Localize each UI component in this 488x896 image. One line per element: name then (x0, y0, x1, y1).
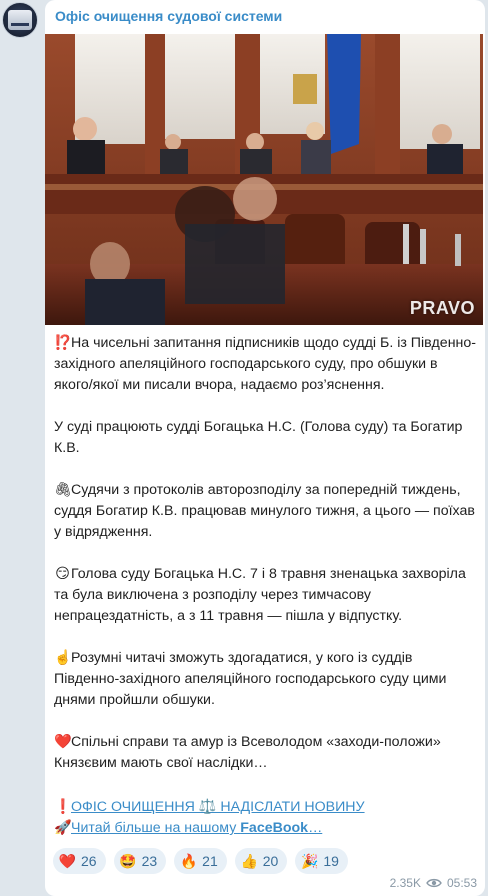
reaction-heart[interactable]: ❤️ 26 (53, 848, 106, 874)
message-meta: 2.35K 05:53 (390, 876, 477, 890)
reaction-fire[interactable]: 🔥 21 (174, 848, 227, 874)
heart-icon: ❤️ (54, 734, 72, 750)
paragraph-4: 😏Голова суду Богацька Н.С. 7 і 8 травня … (54, 566, 466, 624)
paragraph-2: У суді працюють судді Богацька Н.С. (Гол… (54, 419, 463, 456)
message-photo[interactable]: PRAVO (45, 34, 483, 325)
exclamation-icon: ❗️ (54, 799, 72, 815)
facebook-link[interactable]: Читай більше на нашому FaceBook… (71, 820, 322, 836)
reaction-count: 19 (323, 853, 339, 869)
paragraph-1: ⁉️На чисельні запитання підписників щодо… (54, 335, 476, 393)
reaction-star-struck[interactable]: 🤩 23 (113, 848, 167, 874)
reaction-count: 21 (202, 853, 218, 869)
channel-avatar[interactable] (2, 2, 38, 38)
submit-news-link[interactable]: ОФІС ОЧИЩЕННЯ ⚖️ НАДІСЛАТИ НОВИНУ (71, 799, 365, 815)
reactions-bar: ❤️ 26 🤩 23 🔥 21 👍 20 🎉 19 (53, 848, 348, 874)
paragraph-6: ❤️Спільні справи та амур із Всеволодом «… (54, 734, 441, 771)
reaction-count: 23 (141, 853, 158, 869)
message-time: 05:53 (446, 876, 477, 890)
star-struck-icon: 🤩 (119, 852, 137, 869)
reaction-thumbs-up[interactable]: 👍 20 (234, 848, 288, 874)
emblem-icon (8, 10, 32, 30)
paragraph-3: 🖇Судячи з протоколів авторозподілу за по… (54, 482, 475, 540)
view-count: 2.35K (389, 876, 421, 890)
reaction-count: 26 (81, 853, 97, 869)
smirk-icon: 😏 (55, 566, 70, 582)
heart-icon: ❤️ (58, 852, 77, 869)
thumbs-up-icon: 👍 (240, 852, 258, 869)
link-line-2: 🚀Читай більше на нашому FaceBook… (54, 818, 474, 839)
message-text: ⁉️На чисельні запитання підписників щодо… (54, 333, 476, 774)
exclamation-question-icon: ⁉️ (54, 335, 72, 351)
message-bubble: Офіс очищення судової системи PRAVO ⁉️На… (45, 0, 485, 896)
message-links: ❗️ОФІС ОЧИЩЕННЯ ⚖️ НАДІСЛАТИ НОВИНУ 🚀Чит… (54, 797, 474, 839)
reaction-party[interactable]: 🎉 19 (295, 848, 348, 874)
paperclips-icon: 🖇 (54, 482, 73, 498)
rocket-icon: 🚀 (54, 820, 72, 836)
photo-watermark: PRAVO (409, 298, 475, 318)
link-line-1: ❗️ОФІС ОЧИЩЕННЯ ⚖️ НАДІСЛАТИ НОВИНУ (54, 797, 474, 818)
channel-name[interactable]: Офіс очищення судової системи (55, 8, 282, 24)
paragraph-5: ☝️Розумні читачі зможуть здогадатися, у … (54, 650, 447, 708)
party-popper-icon: 🎉 (301, 852, 319, 869)
fire-icon: 🔥 (179, 852, 198, 869)
eye-icon (426, 878, 442, 888)
courtroom-photo (45, 34, 483, 325)
reaction-count: 20 (262, 853, 279, 869)
pointing-up-icon: ☝️ (54, 650, 72, 666)
